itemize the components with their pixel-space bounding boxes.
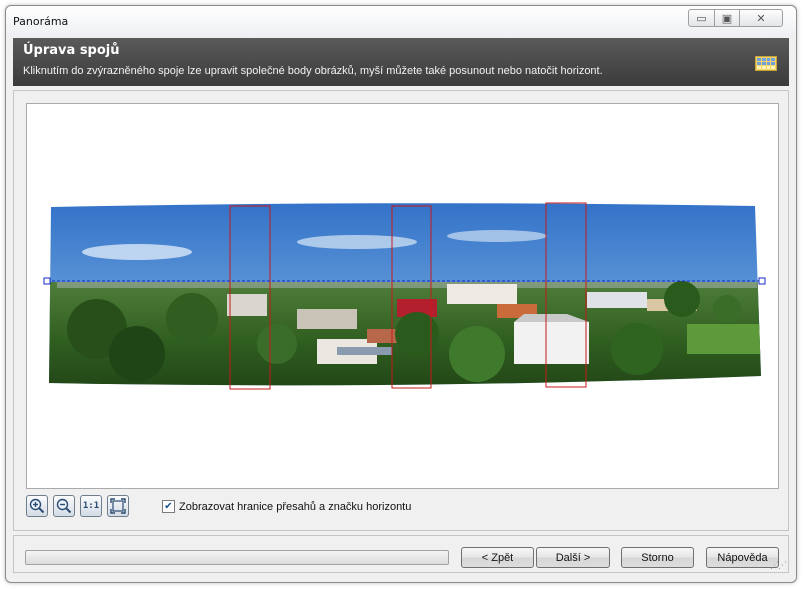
next-button[interactable]: Další > bbox=[536, 547, 610, 568]
actual-size-label: 1:1 bbox=[82, 501, 100, 511]
zoom-in-button[interactable] bbox=[26, 495, 48, 517]
zoom-in-icon bbox=[29, 498, 45, 514]
zoom-out-button[interactable] bbox=[53, 495, 75, 517]
wizard-footer: < Zpět Další > Storno Nápověda ⋰⋰ bbox=[13, 535, 789, 573]
progress-bar bbox=[25, 550, 449, 565]
window-title: Panoráma bbox=[13, 15, 69, 28]
panorama-canvas[interactable] bbox=[26, 103, 779, 489]
checkmark-icon: ✔ bbox=[164, 500, 173, 512]
wizard-header: Úprava spojů Kliknutím do zvýrazněného s… bbox=[13, 38, 789, 86]
checkbox-box[interactable]: ✔ bbox=[162, 500, 175, 513]
back-button[interactable]: < Zpět bbox=[461, 547, 534, 568]
page-title: Úprava spojů bbox=[23, 43, 120, 58]
minimize-icon: ▭ bbox=[696, 11, 707, 25]
show-borders-label[interactable]: Zobrazovat hranice přesahů a značku hori… bbox=[179, 501, 411, 513]
help-button[interactable]: Nápověda bbox=[706, 547, 779, 568]
panorama-icon bbox=[755, 56, 777, 71]
zoom-out-icon bbox=[56, 498, 72, 514]
fit-to-window-button[interactable] bbox=[107, 495, 129, 517]
maximize-icon: ▣ bbox=[721, 11, 733, 25]
maximize-button[interactable]: ▣ bbox=[714, 9, 740, 27]
title-bar: Panoráma ▭ ▣ ✕ bbox=[6, 6, 796, 36]
fit-to-window-icon bbox=[110, 498, 126, 514]
main-panel: 1:1 ✔ Zobrazovat hranice přesahů a značk… bbox=[13, 90, 789, 531]
resize-grip-icon[interactable]: ⋰⋰ bbox=[770, 561, 787, 571]
page-subtitle: Kliknutím do zvýrazněného spoje lze upra… bbox=[23, 65, 603, 77]
cancel-button[interactable]: Storno bbox=[621, 547, 694, 568]
panorama-window: Panoráma ▭ ▣ ✕ Úprava spojů Kliknutím do… bbox=[5, 5, 797, 583]
close-button[interactable]: ✕ bbox=[739, 9, 783, 27]
stitched-panorama-image[interactable] bbox=[27, 104, 780, 490]
close-icon: ✕ bbox=[756, 11, 766, 25]
minimize-button[interactable]: ▭ bbox=[688, 9, 715, 27]
show-borders-checkbox[interactable]: ✔ Zobrazovat hranice přesahů a značku ho… bbox=[162, 500, 411, 513]
actual-size-button[interactable]: 1:1 bbox=[80, 495, 102, 517]
